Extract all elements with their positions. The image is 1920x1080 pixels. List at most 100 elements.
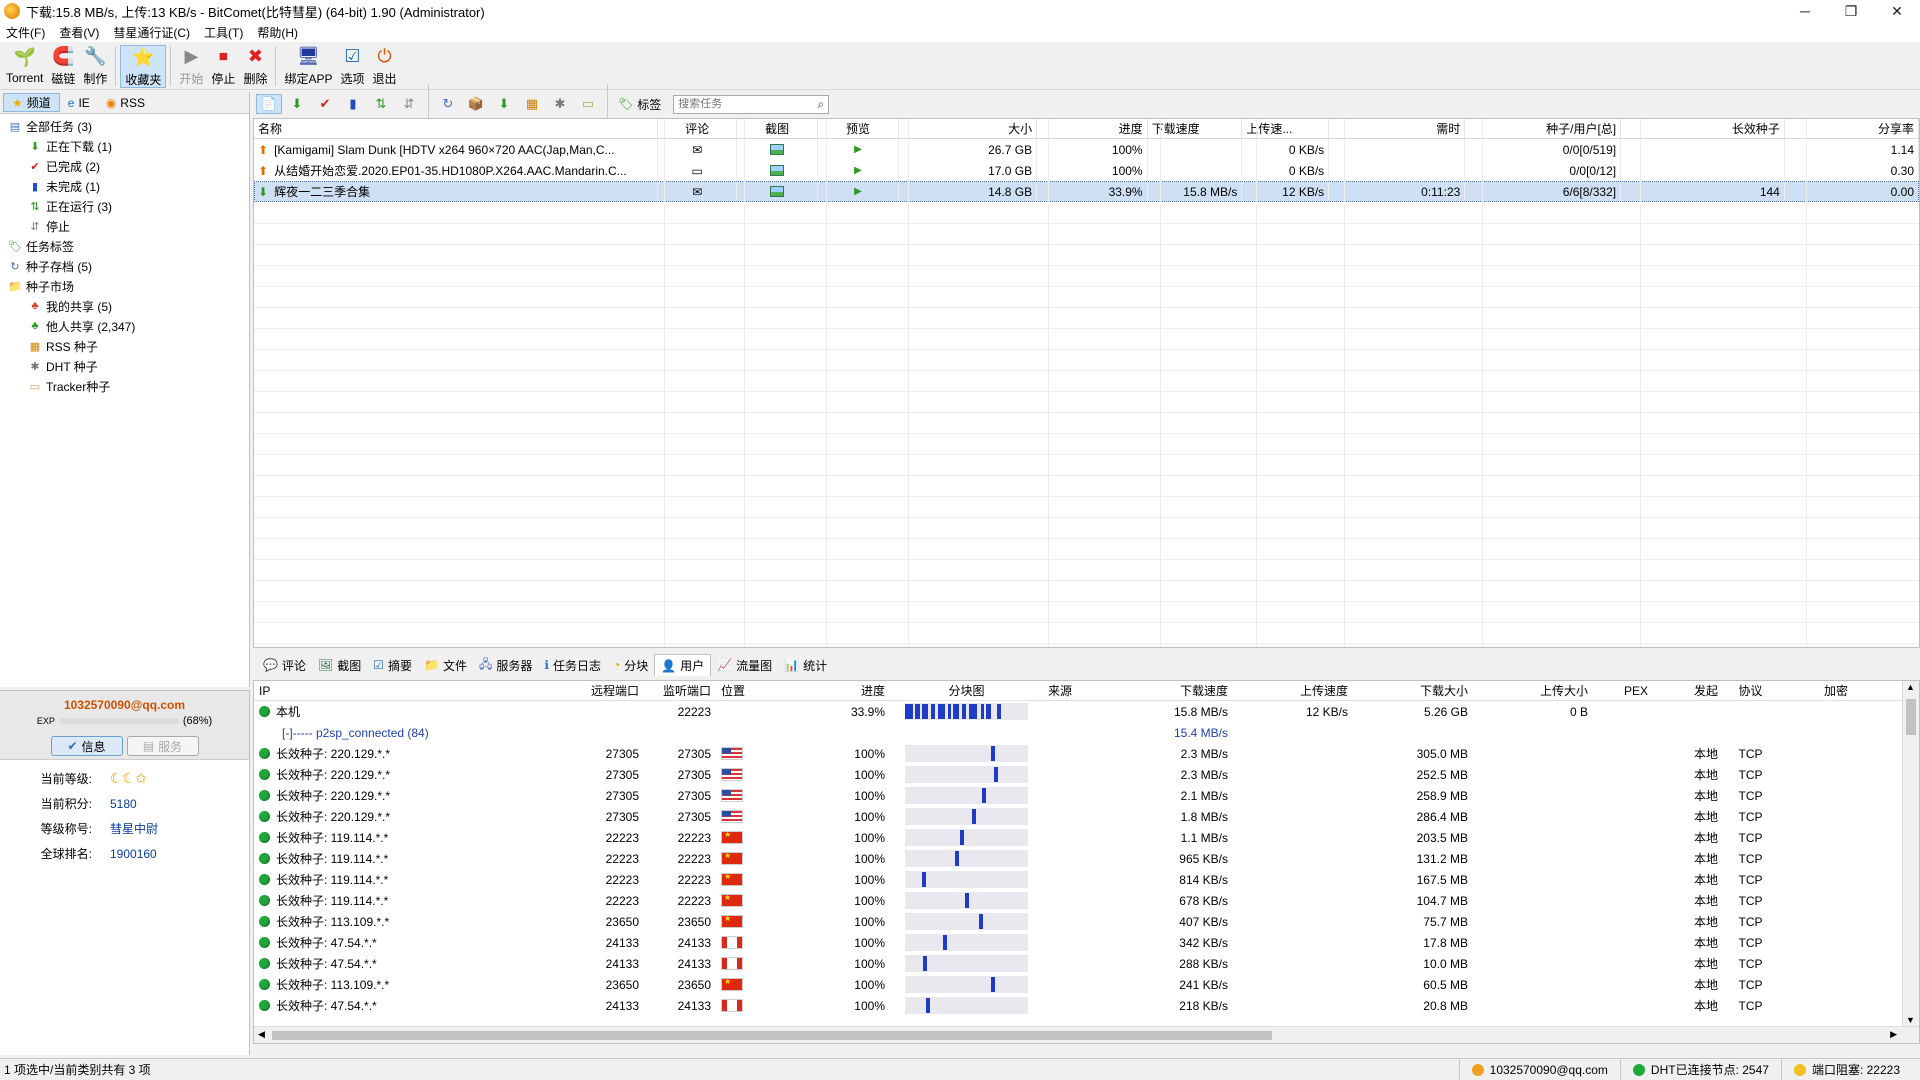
status-dht[interactable]: DHT已连接节点: 2547: [1619, 1059, 1781, 1080]
toolbar-make-torrent-button[interactable]: 🔧 制作: [79, 45, 111, 88]
left-tab-channel-star[interactable]: ★ 频道: [3, 93, 60, 112]
tag-button[interactable]: 🏷 标签: [614, 96, 665, 113]
scroll-right-icon[interactable]: ▶: [1890, 1029, 1897, 1040]
peer-col-header[interactable]: 分块图: [890, 681, 1043, 700]
tab-task-log[interactable]: ℹ 任务日志: [538, 654, 607, 676]
peer-col-header[interactable]: 来源: [1043, 681, 1113, 700]
peer-col-header[interactable]: 监听端口: [644, 681, 716, 700]
task-row[interactable]: ⬆ 从结婚开始恋爱.2020.EP01-35.HD1080P.X264.AAC.M…: [254, 160, 1919, 181]
menu-tools[interactable]: 工具(T): [204, 24, 243, 41]
peer-col-header[interactable]: 发起: [1653, 681, 1723, 700]
peer-row[interactable]: 长效种子: 119.114.*.* 22223 22223 100% 678 KB/s 1…: [254, 890, 1919, 911]
user-email[interactable]: 1032570090@qq.com: [64, 698, 185, 712]
peer-row[interactable]: 长效种子: 113.109.*.* 23650 23650 100% 241 KB/s 6…: [254, 974, 1919, 995]
task-col-header[interactable]: 需时: [1329, 119, 1466, 138]
minimize-button[interactable]: ─: [1782, 0, 1828, 22]
tree-item-incomplete[interactable]: ▮ 未完成 (1): [0, 176, 249, 196]
task-filter-icon[interactable]: ⬇: [284, 94, 310, 114]
tree-item-completed-check[interactable]: ✔ 已完成 (2): [0, 156, 249, 176]
peer-row[interactable]: 长效种子: 220.129.*.* 27305 27305 100% 1.8 MB/s 2…: [254, 806, 1919, 827]
peer-group-row[interactable]: [-]----- p2sp_connected (84) 15.4 MB/s: [254, 722, 1919, 743]
menu-view[interactable]: 查看(V): [59, 24, 99, 41]
peer-row[interactable]: 长效种子: 119.114.*.* 22223 22223 100% 965 KB/s 1…: [254, 848, 1919, 869]
menu-file[interactable]: 文件(F): [6, 24, 45, 41]
tab-comment[interactable]: 💬 评论: [257, 654, 312, 676]
left-tab-rss[interactable]: ◉ RSS: [98, 93, 153, 112]
toolbar-bind-app-button[interactable]: 🖥 绑定APP: [280, 45, 336, 88]
left-tab-ie[interactable]: e IE: [60, 93, 98, 112]
peer-row[interactable]: 长效种子: 220.129.*.* 27305 27305 100% 2.3 MB/s 3…: [254, 743, 1919, 764]
tree-item-all-tasks[interactable]: ▤ 全部任务 (3): [0, 116, 249, 136]
peer-vscroll-thumb[interactable]: [1906, 699, 1916, 735]
peer-row[interactable]: 长效种子: 220.129.*.* 27305 27305 100% 2.3 MB/s 2…: [254, 764, 1919, 785]
tab-pieces[interactable]: ◔ 分块: [607, 654, 654, 676]
peer-row[interactable]: 长效种子: 220.129.*.* 27305 27305 100% 2.1 MB/s 2…: [254, 785, 1919, 806]
peer-col-header[interactable]: 协议: [1723, 681, 1778, 700]
menu-passport[interactable]: 彗星通行证(C): [113, 24, 190, 41]
screenshot-icon[interactable]: [770, 144, 785, 155]
peer-col-header[interactable]: 下载大小: [1353, 681, 1473, 700]
peer-col-header[interactable]: 下载速度: [1113, 681, 1233, 700]
peer-col-header[interactable]: IP: [254, 681, 572, 700]
tab-service[interactable]: ▤ 服务: [126, 736, 199, 756]
tree-item-running[interactable]: ⇅ 正在运行 (3): [0, 196, 249, 216]
peer-col-header[interactable]: 位置: [716, 681, 780, 700]
peer-col-header[interactable]: 加密: [1778, 681, 1853, 700]
peer-row[interactable]: 长效种子: 119.114.*.* 22223 22223 100% 814 KB/s 1…: [254, 869, 1919, 890]
peer-col-header[interactable]: PEX: [1593, 681, 1653, 700]
task-filter-icon[interactable]: ▭: [575, 94, 601, 114]
task-filter-icon[interactable]: ✔: [312, 94, 338, 114]
task-col-header[interactable]: 评论: [658, 119, 738, 138]
task-filter-icon[interactable]: ⇵: [396, 94, 422, 114]
task-filter-icon[interactable]: ⇅: [368, 94, 394, 114]
tree-item-task-tag[interactable]: 🏷 任务标签: [0, 236, 249, 256]
scroll-up-icon[interactable]: ▲: [1906, 682, 1915, 692]
search-input[interactable]: [678, 98, 809, 110]
tree-item-torrent-archive[interactable]: ↻ 种子存档 (5): [0, 256, 249, 276]
tree-item-tracker-seed[interactable]: ▭ Tracker种子: [0, 376, 249, 396]
status-port[interactable]: 端口阻塞: 22223: [1780, 1059, 1920, 1080]
task-filter-icon[interactable]: 📄: [256, 94, 282, 114]
tree-item-torrent-market[interactable]: 📁 种子市场: [0, 276, 249, 296]
preview-play-icon[interactable]: ▶: [854, 186, 862, 197]
toolbar-stop-button[interactable]: ⏹ 停止: [207, 45, 239, 88]
tab-server[interactable]: 🖧 服务器: [473, 654, 538, 676]
restore-button[interactable]: ❐: [1828, 0, 1874, 22]
tab-traffic-graph[interactable]: 📈 流量图: [711, 654, 778, 676]
toolbar-delete-button[interactable]: ✖ 删除: [239, 45, 271, 88]
scroll-down-icon[interactable]: ▼: [1906, 1015, 1915, 1025]
peer-hscroll-thumb[interactable]: [272, 1031, 1272, 1040]
comment-envelope-icon[interactable]: ✉: [692, 185, 702, 199]
comment-envelope-icon[interactable]: ▭: [691, 164, 702, 178]
status-account[interactable]: 1032570090@qq.com: [1458, 1059, 1620, 1080]
peer-col-header[interactable]: 远程端口: [572, 681, 644, 700]
tree-item-my-share[interactable]: ♣ 我的共享 (5): [0, 296, 249, 316]
task-filter-icon[interactable]: ▮: [340, 94, 366, 114]
peer-row[interactable]: 长效种子: 47.54.*.* 24133 24133 100% 342 KB/s 17.…: [254, 932, 1919, 953]
task-col-header[interactable]: 下载速度: [1148, 119, 1243, 138]
task-search[interactable]: ⌕: [673, 94, 830, 114]
preview-play-icon[interactable]: ▶: [854, 165, 862, 176]
search-icon[interactable]: ⌕: [818, 97, 825, 112]
peer-horizontal-scrollbar[interactable]: ◀ ▶: [254, 1026, 1919, 1043]
tab-statistics[interactable]: 📊 统计: [778, 654, 833, 676]
task-filter-icon[interactable]: ✱: [547, 94, 573, 114]
comment-envelope-icon[interactable]: ✉: [692, 143, 702, 157]
peer-row[interactable]: 长效种子: 47.54.*.* 24133 24133 100% 288 KB/s 10.…: [254, 953, 1919, 974]
task-col-header[interactable]: 种子/用户[总]: [1465, 119, 1622, 138]
toolbar-favorites-star-button[interactable]: ⭐ 收藏夹: [120, 45, 167, 88]
screenshot-icon[interactable]: [770, 186, 785, 197]
tree-item-rss-seed[interactable]: ▦ RSS 种子: [0, 336, 249, 356]
toolbar-exit-button[interactable]: ⏻ 退出: [368, 45, 400, 88]
screenshot-icon[interactable]: [770, 165, 785, 176]
peer-col-header[interactable]: 上传大小: [1473, 681, 1593, 700]
peer-col-header[interactable]: 进度: [780, 681, 890, 700]
toolbar-start-button[interactable]: ▶ 开始: [175, 45, 207, 88]
task-filter-icon[interactable]: ▦: [519, 94, 545, 114]
task-col-header[interactable]: 截图: [737, 119, 819, 138]
tree-item-others-share[interactable]: ♣ 他人共享 (2,347): [0, 316, 249, 336]
preview-play-icon[interactable]: ▶: [854, 144, 862, 155]
task-filter-icon[interactable]: ↻: [435, 94, 461, 114]
peer-row[interactable]: 长效种子: 119.114.*.* 22223 22223 100% 1.1 MB/s 2…: [254, 827, 1919, 848]
peer-col-header[interactable]: 上传速度: [1233, 681, 1353, 700]
